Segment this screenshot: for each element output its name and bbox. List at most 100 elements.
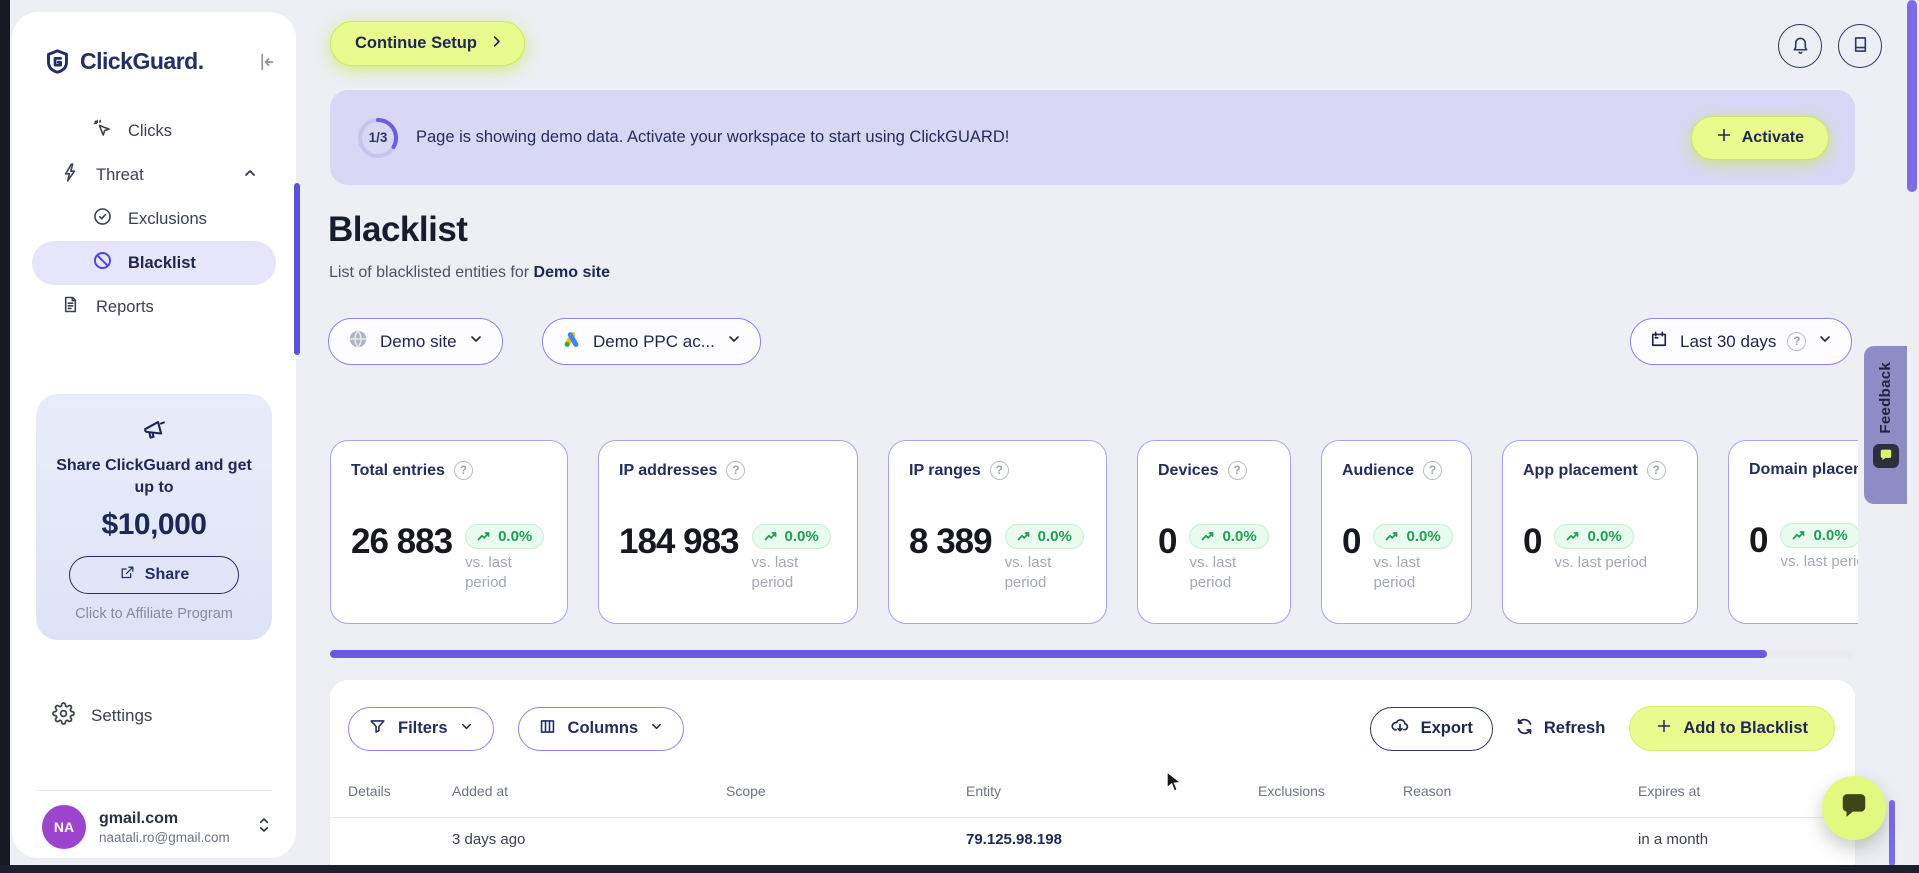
sidebar-item-label: Clicks bbox=[128, 121, 172, 140]
stat-label: IP addresses bbox=[619, 461, 718, 479]
sidebar-item-blacklist[interactable]: Blacklist bbox=[32, 241, 276, 285]
table-scrollbar-thumb[interactable] bbox=[1889, 800, 1895, 866]
subtitle-text: List of blacklisted entities for bbox=[329, 264, 534, 281]
filters-button[interactable]: Filters bbox=[348, 706, 494, 751]
demo-data-banner: 1/3 Page is showing demo data. Activate … bbox=[330, 90, 1855, 185]
trend-up-icon bbox=[1386, 532, 1398, 541]
stat-delta: 0.0% bbox=[1813, 527, 1848, 544]
help-icon[interactable]: ? bbox=[989, 461, 1009, 480]
column-header-expires-at[interactable]: Expires at bbox=[1638, 783, 1837, 799]
google-ads-icon bbox=[561, 329, 582, 355]
help-icon[interactable]: ? bbox=[726, 461, 746, 480]
setup-progress-ring: 1/3 bbox=[356, 116, 400, 160]
chat-bubble-icon bbox=[1839, 792, 1869, 825]
chevron-right-icon bbox=[489, 34, 504, 54]
stat-delta: 0.0% bbox=[1406, 528, 1441, 545]
add-to-blacklist-button[interactable]: Add to Blacklist bbox=[1629, 706, 1835, 751]
date-range-selector[interactable]: Last 30 days ? bbox=[1630, 318, 1853, 365]
page-title: Blacklist bbox=[328, 210, 468, 249]
stat-delta: 0.0% bbox=[498, 528, 533, 545]
row-entity-cell: 79.125.98.198 bbox=[966, 830, 1062, 848]
affiliate-promo-card[interactable]: Share ClickGuard and get up to $10,000 S… bbox=[36, 394, 272, 640]
export-button[interactable]: Export bbox=[1369, 706, 1493, 751]
sidebar-item-label: Exclusions bbox=[128, 209, 207, 228]
column-header-reason[interactable]: Reason bbox=[1403, 783, 1638, 799]
docs-button[interactable] bbox=[1838, 24, 1882, 68]
stat-caption: vs. last period bbox=[1554, 554, 1648, 571]
logo-row: ClickGuard. bbox=[12, 12, 296, 75]
ppc-account-selector[interactable]: Demo PPC ac... bbox=[542, 318, 761, 365]
column-header-scope[interactable]: Scope bbox=[726, 783, 966, 799]
feedback-tab[interactable]: Feedback bbox=[1864, 346, 1907, 504]
stat-value: 0 bbox=[1523, 522, 1542, 561]
site-selector[interactable]: Demo site bbox=[328, 318, 503, 365]
gear-icon bbox=[52, 702, 75, 730]
ppc-account-value: Demo PPC ac... bbox=[593, 331, 715, 351]
blacklist-table-panel: Filters Columns Export Refresh Add to Bl… bbox=[330, 680, 1855, 873]
activate-button[interactable]: Activate bbox=[1690, 115, 1829, 160]
table-header-row: Details Added at Scope Entity Exclusions… bbox=[330, 765, 1855, 817]
feedback-chat-icon bbox=[1872, 443, 1899, 468]
chevron-updown-icon bbox=[256, 815, 272, 840]
help-icon[interactable]: ? bbox=[1646, 461, 1666, 480]
sidebar-item-label: Reports bbox=[96, 297, 154, 316]
horizontal-scrollbar-thumb[interactable] bbox=[330, 650, 1767, 658]
stat-label: Devices bbox=[1158, 461, 1219, 479]
stat-caption: vs. last period bbox=[465, 554, 512, 591]
trend-up-icon bbox=[764, 532, 776, 541]
help-icon[interactable]: ? bbox=[1787, 332, 1807, 351]
sidebar-collapse-icon[interactable] bbox=[254, 51, 276, 73]
chat-launcher-button[interactable] bbox=[1822, 776, 1886, 840]
plus-icon bbox=[1656, 718, 1672, 739]
lightning-icon bbox=[60, 162, 81, 188]
sidebar-item-reports[interactable]: Reports bbox=[12, 285, 296, 329]
sidebar-item-settings[interactable]: Settings bbox=[12, 694, 296, 738]
horizontal-scrollbar-track[interactable] bbox=[330, 650, 1853, 658]
sidebar-item-label: Blacklist bbox=[128, 253, 196, 272]
stat-delta: 0.0% bbox=[1587, 528, 1622, 545]
page-scrollbar-thumb[interactable] bbox=[1907, 0, 1917, 192]
badge-check-icon bbox=[92, 206, 113, 232]
sidebar-item-threat[interactable]: Threat bbox=[12, 153, 296, 197]
add-to-blacklist-label: Add to Blacklist bbox=[1683, 719, 1808, 737]
help-icon[interactable]: ? bbox=[453, 461, 473, 480]
sidebar-item-clicks[interactable]: Clicks bbox=[12, 109, 296, 153]
megaphone-icon bbox=[140, 421, 168, 448]
chevron-down-icon bbox=[726, 331, 742, 352]
help-icon[interactable]: ? bbox=[1227, 461, 1247, 480]
sidebar-item-exclusions[interactable]: Exclusions bbox=[12, 197, 296, 241]
share-button[interactable]: Share bbox=[69, 556, 239, 595]
setup-progress-label: 1/3 bbox=[368, 130, 388, 145]
notifications-button[interactable] bbox=[1778, 24, 1822, 68]
plus-icon bbox=[1716, 127, 1732, 148]
table-row[interactable]: 3 days ago 79.125.98.198 in a month bbox=[330, 818, 1855, 860]
export-label: Export bbox=[1420, 719, 1473, 737]
columns-icon bbox=[538, 717, 557, 741]
stat-label: Audience bbox=[1342, 461, 1415, 479]
stat-card-ip-ranges: IP ranges? 8 389 0.0% vs. last period bbox=[888, 440, 1107, 624]
continue-setup-button[interactable]: Continue Setup bbox=[330, 21, 525, 66]
column-header-details[interactable]: Details bbox=[348, 783, 452, 799]
stat-value: 0 bbox=[1158, 522, 1177, 561]
clickguard-logo-icon bbox=[44, 48, 71, 75]
refresh-icon bbox=[1515, 717, 1534, 741]
promo-amount: $10,000 bbox=[101, 508, 207, 542]
chevron-down-icon bbox=[459, 719, 474, 739]
stat-label: IP ranges bbox=[909, 461, 981, 479]
account-switcher[interactable]: NA gmail.com naatali.ro@gmail.com bbox=[12, 805, 296, 849]
sidebar-item-label: Threat bbox=[96, 165, 144, 184]
book-icon bbox=[1850, 34, 1871, 58]
stat-value: 0 bbox=[1342, 522, 1361, 561]
refresh-button[interactable]: Refresh bbox=[1515, 717, 1605, 741]
settings-label: Settings bbox=[91, 706, 153, 725]
stat-caption: vs. last period bbox=[1373, 554, 1421, 591]
stat-value: 0 bbox=[1749, 521, 1768, 560]
column-header-added-at[interactable]: Added at bbox=[452, 783, 726, 799]
help-icon[interactable]: ? bbox=[1423, 461, 1443, 480]
column-header-entity[interactable]: Entity bbox=[966, 783, 1258, 799]
stat-label: Total entries bbox=[351, 461, 445, 479]
trend-up-icon bbox=[1017, 532, 1029, 541]
sidebar-scrollbar[interactable] bbox=[294, 183, 300, 355]
columns-button[interactable]: Columns bbox=[517, 706, 685, 751]
column-header-exclusions[interactable]: Exclusions bbox=[1258, 783, 1403, 799]
